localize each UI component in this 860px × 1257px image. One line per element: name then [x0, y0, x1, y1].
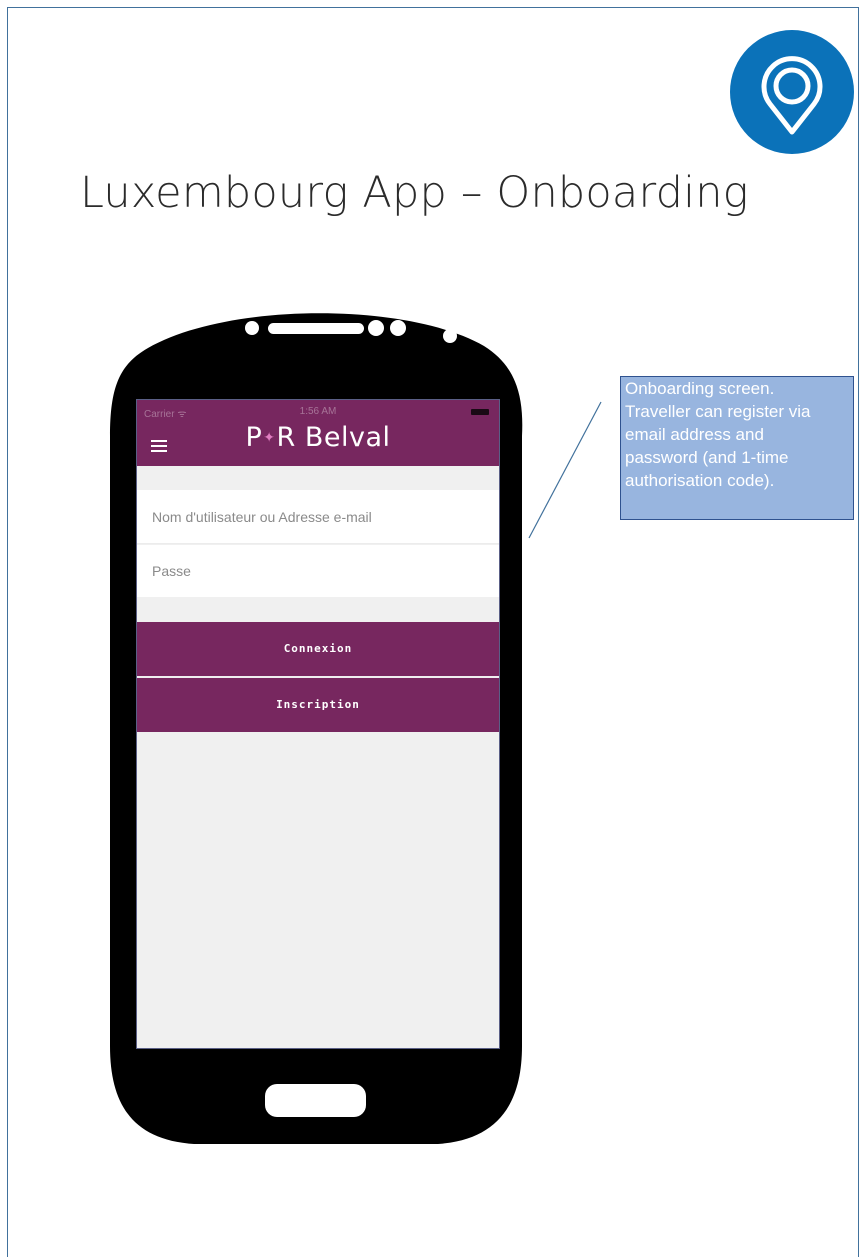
battery-icon: [471, 409, 489, 415]
callout-line: Traveller can register via: [625, 402, 811, 421]
callout-connector: [528, 401, 602, 539]
home-button: [265, 1084, 366, 1117]
callout-line: Onboarding screen.: [625, 379, 775, 398]
app-brand-title: P✦R Belval: [137, 422, 499, 453]
login-button-label: Connexion: [283, 642, 353, 655]
callout-line: email address and: [625, 425, 764, 444]
register-button-label: Inscription: [276, 698, 360, 711]
callout-note: Onboarding screen. Traveller can registe…: [620, 376, 854, 520]
phone-screen: Carrier ᯤ 1:56 AM P✦R Belval Nom d'utili…: [136, 399, 500, 1049]
location-pin-icon: [730, 30, 854, 154]
username-input[interactable]: Nom d'utilisateur ou Adresse e-mail: [137, 490, 499, 544]
brand-left: P: [245, 422, 263, 453]
login-button[interactable]: Connexion: [137, 622, 499, 676]
app-header: Carrier ᯤ 1:56 AM P✦R Belval: [137, 400, 499, 466]
password-placeholder: Passe: [152, 563, 191, 579]
register-button[interactable]: Inscription: [137, 678, 499, 732]
status-bar: Carrier ᯤ 1:56 AM: [137, 406, 499, 420]
slide-title: Luxembourg App – Onboarding: [80, 168, 749, 218]
callout-line: password (and 1-time: [625, 448, 789, 467]
username-placeholder: Nom d'utilisateur ou Adresse e-mail: [152, 509, 372, 525]
callout-line: authorisation code).: [625, 471, 775, 490]
brand-star-icon: ✦: [263, 430, 276, 446]
status-time: 1:56 AM: [299, 406, 337, 417]
password-input[interactable]: Passe: [137, 545, 499, 597]
brand-right: R Belval: [276, 422, 391, 453]
